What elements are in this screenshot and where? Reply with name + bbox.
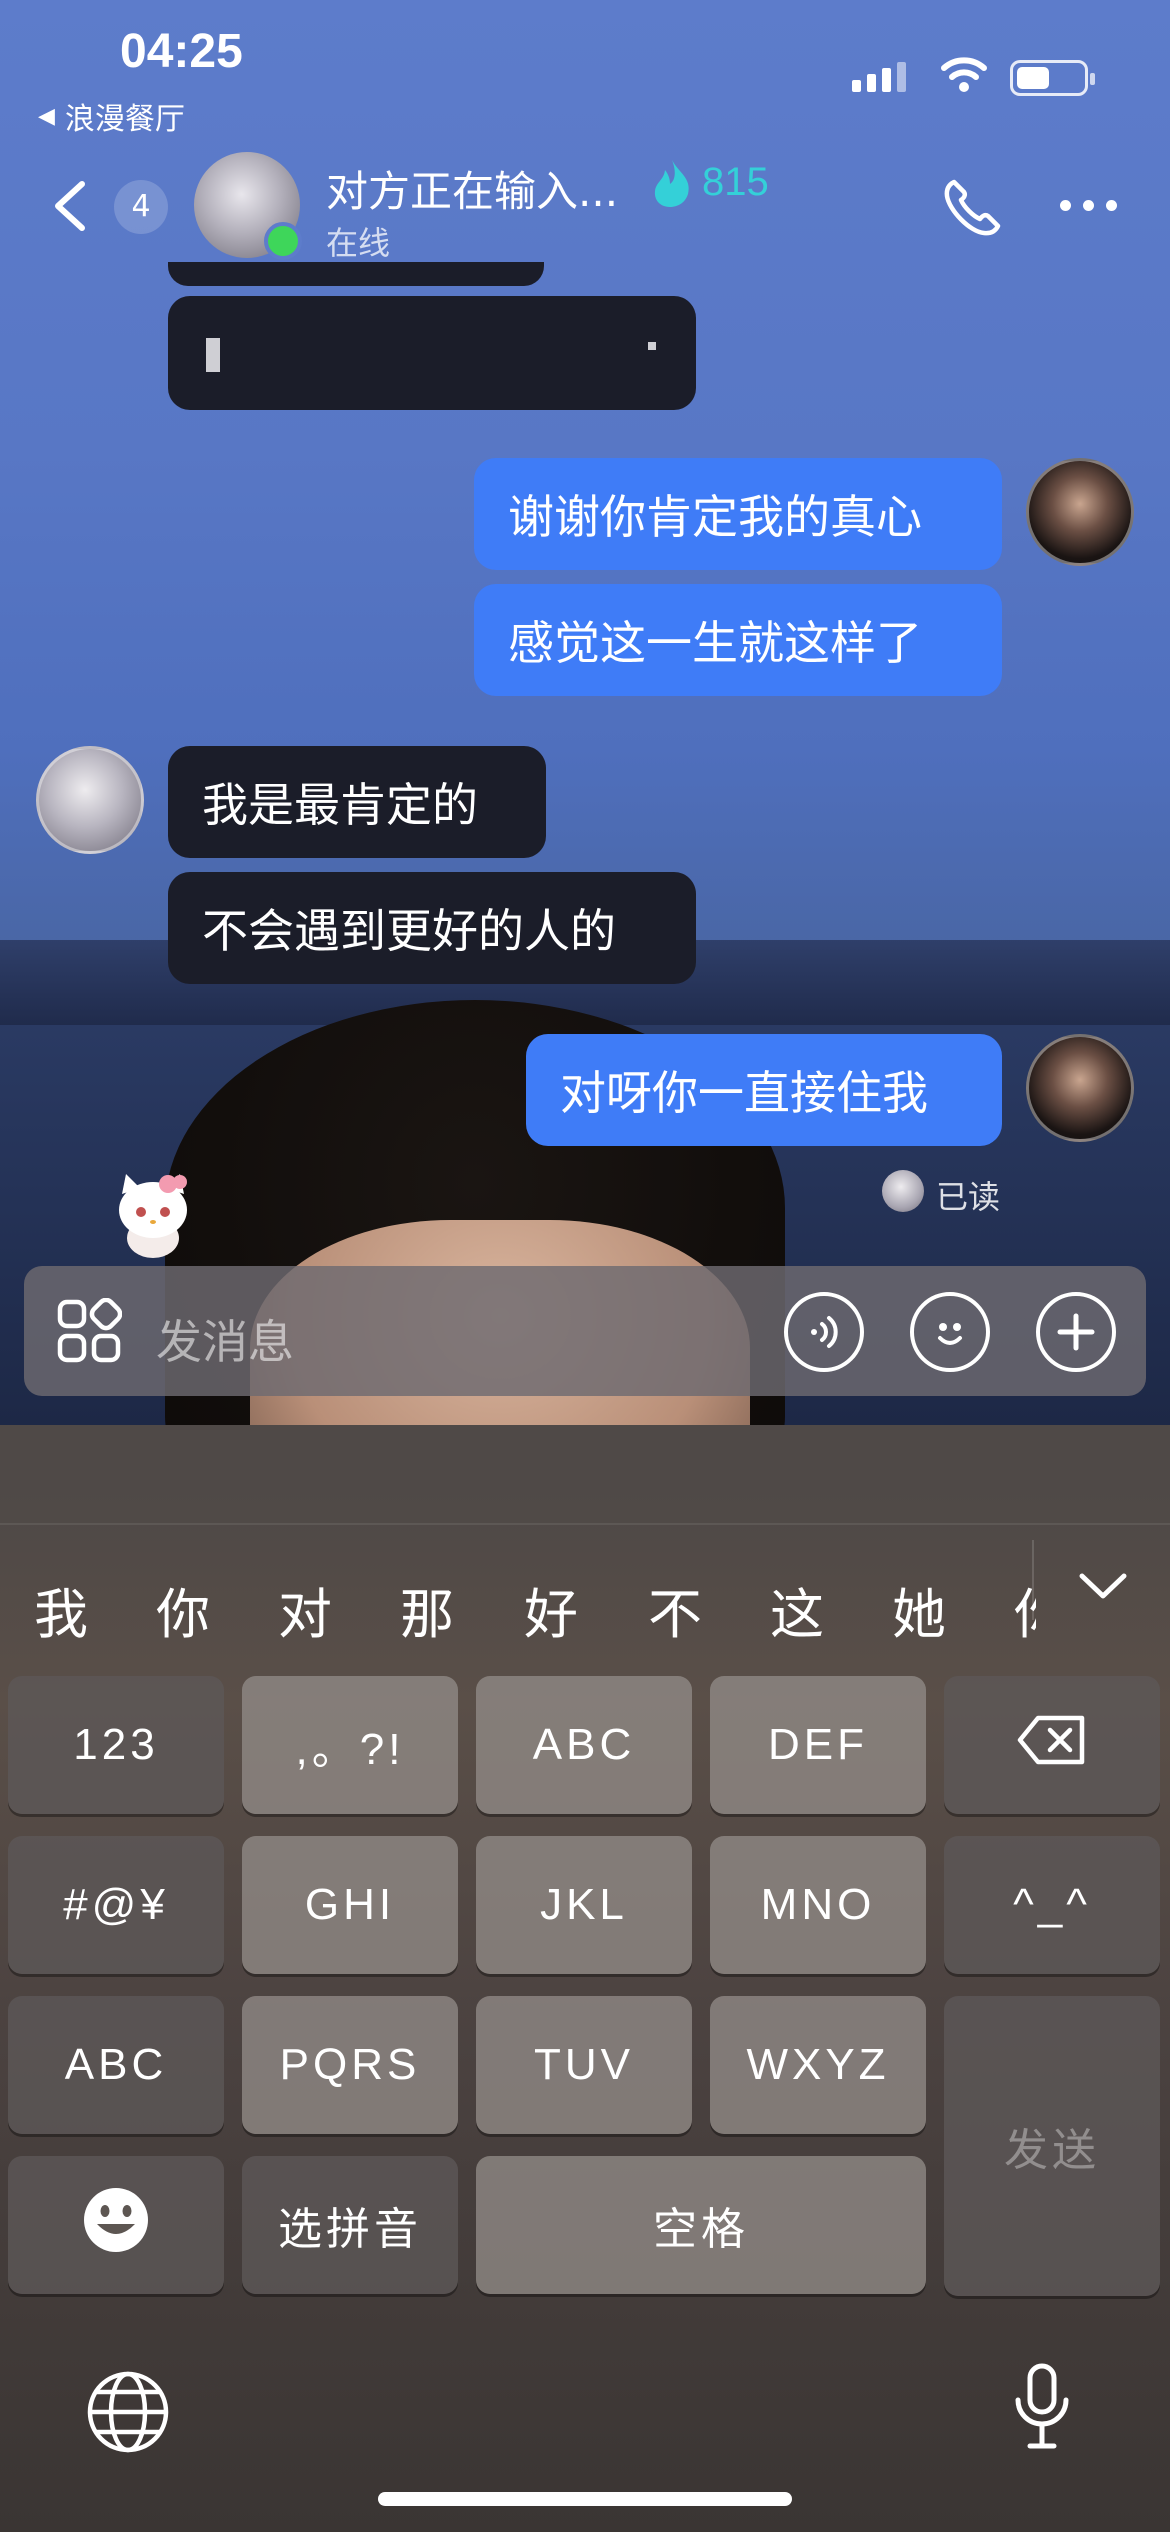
my-avatar[interactable] — [1026, 458, 1134, 566]
key-mno[interactable]: MNO — [710, 1836, 926, 1974]
key-pqrs[interactable]: PQRS — [242, 1996, 458, 2134]
microphone-icon[interactable] — [1012, 2362, 1072, 2456]
candidate-word[interactable]: 我 — [34, 1570, 88, 1649]
voice-message-button[interactable] — [784, 1292, 864, 1372]
message-bubble-incoming[interactable]: 我是最肯定的 — [168, 746, 546, 858]
key-abc-switch[interactable]: ABC — [8, 1996, 224, 2134]
streak-count: 815 — [702, 160, 769, 204]
key-wxyz[interactable]: WXYZ — [710, 1996, 926, 2134]
smiley-icon — [82, 2186, 150, 2265]
back-triangle-icon: ◀ — [38, 103, 55, 129]
key-symbols[interactable]: #@¥ — [8, 1836, 224, 1974]
cellular-signal-icon — [852, 62, 906, 92]
more-options-icon[interactable] — [1060, 200, 1117, 211]
add-attachment-button[interactable] — [1036, 1292, 1116, 1372]
message-bubble-outgoing[interactable]: 感觉这一生就这样了 — [474, 584, 1002, 696]
key-delete[interactable] — [944, 1676, 1160, 1814]
key-emoji[interactable] — [8, 2156, 224, 2294]
contact-status: 在线 — [326, 224, 391, 262]
globe-icon[interactable] — [86, 2370, 170, 2458]
message-input[interactable]: 发消息 — [156, 1306, 294, 1372]
key-emoticon[interactable]: ^_^ — [944, 1836, 1160, 1974]
cat-sticker-icon[interactable] — [106, 1168, 200, 1266]
message-bubble-redacted[interactable] — [168, 296, 696, 410]
candidate-divider — [1032, 1540, 1034, 1620]
battery-icon — [1010, 60, 1095, 96]
status-time: 04:25 — [120, 25, 243, 78]
emoji-button[interactable] — [910, 1292, 990, 1372]
online-status-dot — [264, 222, 302, 260]
candidate-word[interactable]: 对 — [278, 1570, 332, 1649]
message-bubble-partial — [168, 262, 544, 286]
message-bubble-outgoing[interactable]: 对呀你一直接住我 — [526, 1034, 1002, 1146]
key-jkl[interactable]: JKL — [476, 1836, 692, 1974]
chevron-down-icon[interactable] — [1078, 1572, 1128, 1606]
back-button[interactable] — [50, 180, 90, 232]
candidate-word[interactable]: 不 — [648, 1570, 702, 1649]
back-to-app-link[interactable]: ◀ 浪漫餐厅 — [38, 94, 185, 138]
back-app-label: 浪漫餐厅 — [64, 102, 185, 137]
key-ghi[interactable]: GHI — [242, 1836, 458, 1974]
candidate-word[interactable]: 她 — [892, 1570, 946, 1649]
backspace-icon — [1016, 1714, 1088, 1777]
phone-call-icon[interactable] — [940, 176, 1004, 244]
candidate-bar-background — [0, 1425, 1170, 1525]
message-bubble-outgoing[interactable]: 谢谢你肯定我的真心 — [474, 458, 1002, 570]
key-send[interactable]: 发送 — [944, 1996, 1160, 2296]
candidate-word[interactable]: 这 — [770, 1570, 824, 1649]
candidate-word[interactable]: 那 — [400, 1570, 454, 1649]
wifi-icon — [940, 54, 988, 98]
read-receipt-avatar — [882, 1170, 924, 1212]
key-punctuation[interactable]: ,。?! — [242, 1676, 458, 1814]
flame-icon — [648, 158, 696, 212]
candidate-word[interactable]: 好 — [524, 1570, 578, 1649]
home-indicator[interactable] — [378, 2492, 792, 2506]
contact-avatar-small[interactable] — [36, 746, 144, 854]
key-tuv[interactable]: TUV — [476, 1996, 692, 2134]
key-def[interactable]: DEF — [710, 1676, 926, 1814]
key-space[interactable]: 空格 — [476, 2156, 926, 2294]
key-select-pinyin[interactable]: 选拼音 — [242, 2156, 458, 2294]
unread-count-badge: 4 — [114, 180, 168, 234]
message-bubble-incoming[interactable]: 不会遇到更好的人的 — [168, 872, 696, 984]
key-123[interactable]: 123 — [8, 1676, 224, 1814]
my-avatar[interactable] — [1026, 1034, 1134, 1142]
key-abc[interactable]: ABC — [476, 1676, 692, 1814]
contact-title[interactable]: 对方正在输入... — [326, 158, 618, 219]
candidate-word[interactable]: 你 — [156, 1570, 210, 1649]
apps-grid-icon[interactable] — [56, 1297, 123, 1368]
read-receipt-label: 已读 — [936, 1178, 1001, 1216]
